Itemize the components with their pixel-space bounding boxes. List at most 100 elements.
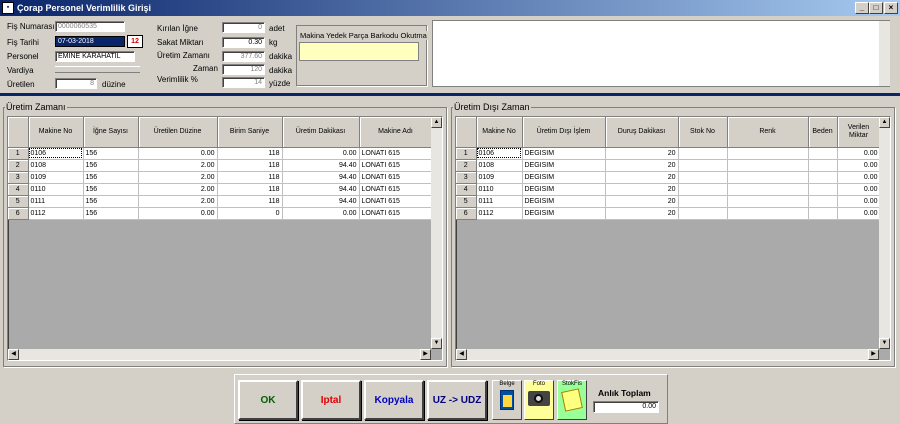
- stokfis-button[interactable]: StokFis: [557, 380, 587, 420]
- column-header[interactable]: Birim Saniye: [217, 117, 283, 148]
- table-row[interactable]: 3 0109 156 2.00 118 94.40 LONATI 615: [8, 171, 433, 184]
- table-cell[interactable]: 20: [605, 147, 679, 160]
- table-cell[interactable]: LONATI 615: [359, 159, 433, 172]
- iptal-button[interactable]: Iptal: [301, 380, 361, 420]
- table-cell[interactable]: 0.00: [837, 183, 881, 196]
- table-cell[interactable]: 0.00: [837, 195, 881, 208]
- table-cell[interactable]: 20: [605, 183, 679, 196]
- fis-numarasi-field[interactable]: 0000060535: [55, 21, 125, 32]
- table-cell[interactable]: 94.40: [282, 159, 360, 172]
- table-cell[interactable]: 156: [83, 195, 139, 208]
- table-cell[interactable]: 118: [217, 195, 283, 208]
- column-header[interactable]: Makine No: [28, 117, 84, 148]
- table-row[interactable]: 5 0111 DEGISIM 20 0.00: [456, 195, 881, 208]
- table-cell[interactable]: [808, 207, 838, 220]
- ok-button[interactable]: OK: [238, 380, 298, 420]
- table-cell[interactable]: [727, 159, 809, 172]
- table-cell[interactable]: 2.00: [138, 159, 218, 172]
- table-row[interactable]: 4 0110 DEGISIM 20 0.00: [456, 183, 881, 196]
- table-row[interactable]: 6 0112 DEGISIM 20 0.00: [456, 207, 881, 220]
- table-cell[interactable]: 156: [83, 207, 139, 220]
- table-cell[interactable]: [727, 207, 809, 220]
- table-cell[interactable]: LONATI 615: [359, 183, 433, 196]
- scroll-right-icon[interactable]: ▶: [420, 349, 431, 360]
- table-cell[interactable]: 20: [605, 195, 679, 208]
- close-button[interactable]: ×: [884, 2, 898, 14]
- table-row[interactable]: 2 0108 DEGISIM 20 0.00: [456, 159, 881, 172]
- uretim-zamani-field[interactable]: 377.60: [222, 51, 265, 62]
- table-cell[interactable]: 0106: [28, 147, 84, 160]
- table-cell[interactable]: 0.00: [138, 207, 218, 220]
- table-cell[interactable]: 0.00: [837, 147, 881, 160]
- calendar-icon[interactable]: 12: [127, 35, 143, 48]
- table-row[interactable]: 5 0111 156 2.00 118 94.40 LONATI 615: [8, 195, 433, 208]
- table-cell[interactable]: [727, 183, 809, 196]
- table-cell[interactable]: 156: [83, 159, 139, 172]
- uz-udz-button[interactable]: UZ -> UDZ: [427, 380, 487, 420]
- table-cell[interactable]: 0112: [476, 207, 523, 220]
- table-cell[interactable]: [808, 147, 838, 160]
- table-cell[interactable]: 0111: [28, 195, 84, 208]
- scroll-right-icon[interactable]: ▶: [868, 349, 879, 360]
- table-cell[interactable]: LONATI 615: [359, 207, 433, 220]
- scroll-down-icon[interactable]: ▼: [431, 338, 442, 349]
- table-cell[interactable]: 0106: [476, 147, 523, 160]
- table-cell[interactable]: [727, 195, 809, 208]
- table-cell[interactable]: 0: [217, 207, 283, 220]
- belge-button[interactable]: Belge: [492, 380, 522, 420]
- kopyala-button[interactable]: Kopyala: [364, 380, 424, 420]
- table-cell[interactable]: 118: [217, 171, 283, 184]
- table-cell[interactable]: 0.00: [282, 147, 360, 160]
- scroll-up-icon[interactable]: ▲: [431, 117, 442, 128]
- table-cell[interactable]: 0110: [476, 183, 523, 196]
- table-cell[interactable]: 20: [605, 207, 679, 220]
- table-cell[interactable]: 94.40: [282, 171, 360, 184]
- scroll-left-icon[interactable]: ◀: [8, 349, 19, 360]
- table-cell[interactable]: 2.00: [138, 195, 218, 208]
- scroll-down-icon[interactable]: ▼: [879, 338, 890, 349]
- table-cell[interactable]: DEGISIM: [522, 147, 606, 160]
- table-cell[interactable]: 0.00: [138, 147, 218, 160]
- table-row[interactable]: 2 0108 156 2.00 118 94.40 LONATI 615: [8, 159, 433, 172]
- table-cell[interactable]: [727, 171, 809, 184]
- notes-scrollbar[interactable]: [879, 21, 890, 86]
- table-row[interactable]: 3 0109 DEGISIM 20 0.00: [456, 171, 881, 184]
- table-cell[interactable]: 156: [83, 147, 139, 160]
- table-cell[interactable]: DEGISIM: [522, 183, 606, 196]
- column-header[interactable]: Verilen Miktar: [837, 117, 881, 148]
- table-cell[interactable]: [678, 195, 728, 208]
- table-cell[interactable]: [808, 171, 838, 184]
- barcode-input[interactable]: [299, 42, 419, 61]
- table-cell[interactable]: 20: [605, 171, 679, 184]
- table-cell[interactable]: [808, 195, 838, 208]
- table-cell[interactable]: 156: [83, 171, 139, 184]
- column-header[interactable]: Üretim Dışı İşlem: [522, 117, 606, 148]
- column-header[interactable]: Makine Adı: [359, 117, 433, 148]
- notes-textarea[interactable]: [432, 20, 890, 87]
- maximize-button[interactable]: □: [869, 2, 883, 14]
- table-cell[interactable]: 2.00: [138, 183, 218, 196]
- column-header[interactable]: Üretim Dakikası: [282, 117, 360, 148]
- table-cell[interactable]: 0109: [476, 171, 523, 184]
- column-header[interactable]: Duruş Dakikası: [605, 117, 679, 148]
- verimlilik-field[interactable]: 14: [222, 77, 265, 88]
- uretim-disi-grid[interactable]: Makine No Üretim Dışı İşlem Duruş Dakikası…: [455, 116, 891, 361]
- table-cell[interactable]: 0112: [28, 207, 84, 220]
- table-row[interactable]: 4 0110 156 2.00 118 94.40 LONATI 615: [8, 183, 433, 196]
- minimize-button[interactable]: _: [855, 2, 869, 14]
- table-cell[interactable]: 0.00: [837, 159, 881, 172]
- column-header[interactable]: Beden: [808, 117, 838, 148]
- table-cell[interactable]: 0109: [28, 171, 84, 184]
- column-header[interactable]: İğne Sayısı: [83, 117, 139, 148]
- table-cell[interactable]: DEGISIM: [522, 159, 606, 172]
- table-cell[interactable]: LONATI 615: [359, 195, 433, 208]
- table-cell[interactable]: 0.00: [837, 171, 881, 184]
- uretim-disi-vscroll[interactable]: [879, 117, 890, 349]
- scroll-up-icon[interactable]: ▲: [879, 117, 890, 128]
- table-cell[interactable]: 118: [217, 183, 283, 196]
- table-cell[interactable]: [808, 159, 838, 172]
- table-cell[interactable]: DEGISIM: [522, 171, 606, 184]
- table-cell[interactable]: 2.00: [138, 171, 218, 184]
- column-header[interactable]: Renk: [727, 117, 809, 148]
- table-cell[interactable]: [808, 183, 838, 196]
